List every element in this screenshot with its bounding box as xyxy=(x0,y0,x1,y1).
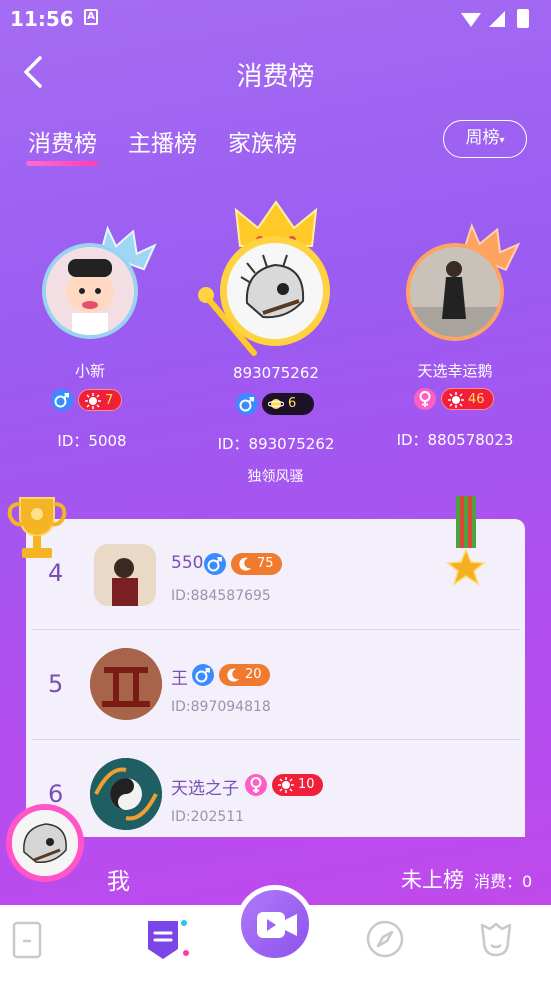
podium-name-1: 893075262 xyxy=(233,364,319,382)
my-rank-status: 未上榜 xyxy=(401,868,464,892)
user-name: 天选之子 xyxy=(171,779,239,799)
podium-name-2: 小新 xyxy=(74,362,105,380)
tab-anchor[interactable]: 主播榜 xyxy=(128,124,197,158)
ranking-tabs: 消费榜 主播榜 家族榜 周榜▾ xyxy=(0,106,551,176)
ranking-icon[interactable] xyxy=(142,915,190,963)
level-value: 75 xyxy=(257,556,274,571)
status-icons xyxy=(461,9,529,28)
phone-icon[interactable] xyxy=(8,919,48,959)
avatar-image xyxy=(410,247,500,337)
avatar xyxy=(94,544,156,606)
tab-consume[interactable]: 消费榜 xyxy=(28,124,97,158)
moon-level-icon xyxy=(239,557,251,571)
avatar-image xyxy=(90,758,162,830)
bottom-nav xyxy=(0,885,551,981)
status-bar: 11:56 A xyxy=(0,0,551,36)
podium-name-3: 天选幸运鹅 xyxy=(417,362,493,380)
level-value: 7 xyxy=(105,393,114,408)
user-name: 550 xyxy=(171,553,204,573)
avatar-image xyxy=(227,243,323,339)
sun-level-icon xyxy=(278,777,294,793)
avatar-image xyxy=(90,648,162,720)
male-icon xyxy=(204,553,226,575)
podium-id-2: ID：5008 xyxy=(57,432,127,450)
male-icon xyxy=(51,389,73,411)
notification-icon: A xyxy=(84,9,98,25)
video-camera-icon xyxy=(257,912,297,938)
podium-avatar-2[interactable] xyxy=(42,243,138,339)
top-slogan: 独领风骚 xyxy=(247,469,304,485)
rank-number: 5 xyxy=(48,670,64,698)
video-button[interactable] xyxy=(236,885,314,963)
list-item[interactable]: 5 王 20 ID:897094818 xyxy=(26,630,525,740)
level-badge: 75 xyxy=(231,553,282,575)
my-consume: 消费：0 xyxy=(474,872,533,891)
list-item[interactable]: 6 天选之子 10 ID:202511 xyxy=(26,740,525,837)
level-badge-1: 6 xyxy=(262,393,314,415)
signal-icon xyxy=(489,11,505,27)
user-id: ID:884587695 xyxy=(171,588,271,604)
period-label: 周榜 xyxy=(465,128,500,148)
nav-bar: 消费榜 xyxy=(0,36,551,106)
podium-id-3: ID：880578023 xyxy=(396,431,514,449)
level-value: 20 xyxy=(245,667,262,682)
wifi-icon xyxy=(461,13,481,27)
avatar xyxy=(90,648,162,720)
podium-avatar-1[interactable] xyxy=(220,236,330,346)
battery-icon xyxy=(517,9,529,28)
user-id: ID:202511 xyxy=(171,809,245,825)
male-icon xyxy=(236,393,258,415)
podium-id-1: ID：893075262 xyxy=(217,435,335,453)
profile-icon[interactable] xyxy=(476,919,516,959)
sun-level-icon xyxy=(448,392,464,408)
female-icon xyxy=(245,774,267,796)
level-badge: 20 xyxy=(219,664,270,686)
medal-icon xyxy=(446,496,486,586)
avatar-image xyxy=(46,247,134,335)
tab-family[interactable]: 家族榜 xyxy=(228,124,297,158)
trophy-icon xyxy=(7,497,67,558)
tab-active-indicator xyxy=(26,161,98,166)
my-label: 我 xyxy=(107,869,130,895)
level-badge-2: 7 xyxy=(78,389,123,411)
level-badge: 10 xyxy=(272,774,323,796)
podium-avatar-3[interactable] xyxy=(406,243,504,341)
male-icon xyxy=(192,664,214,686)
planet-level-icon xyxy=(268,399,284,409)
period-dropdown[interactable]: 周榜▾ xyxy=(443,120,527,158)
compass-icon[interactable] xyxy=(365,919,405,959)
level-value: 6 xyxy=(288,396,297,411)
avatar xyxy=(90,758,162,830)
level-value: 10 xyxy=(298,777,315,792)
avatar-image xyxy=(12,810,78,876)
avatar-image xyxy=(94,544,156,606)
user-id: ID:897094818 xyxy=(171,699,271,715)
page-title: 消费榜 xyxy=(236,62,315,92)
level-value: 46 xyxy=(468,392,485,407)
caret-down-icon: ▾ xyxy=(499,135,505,146)
status-time: 11:56 xyxy=(10,7,74,31)
level-badge-3: 46 xyxy=(441,388,494,410)
female-icon xyxy=(414,388,436,410)
sun-level-icon xyxy=(85,393,101,409)
user-name: 王 xyxy=(171,669,188,689)
my-avatar[interactable] xyxy=(6,804,84,882)
moon-level-icon xyxy=(227,668,239,682)
